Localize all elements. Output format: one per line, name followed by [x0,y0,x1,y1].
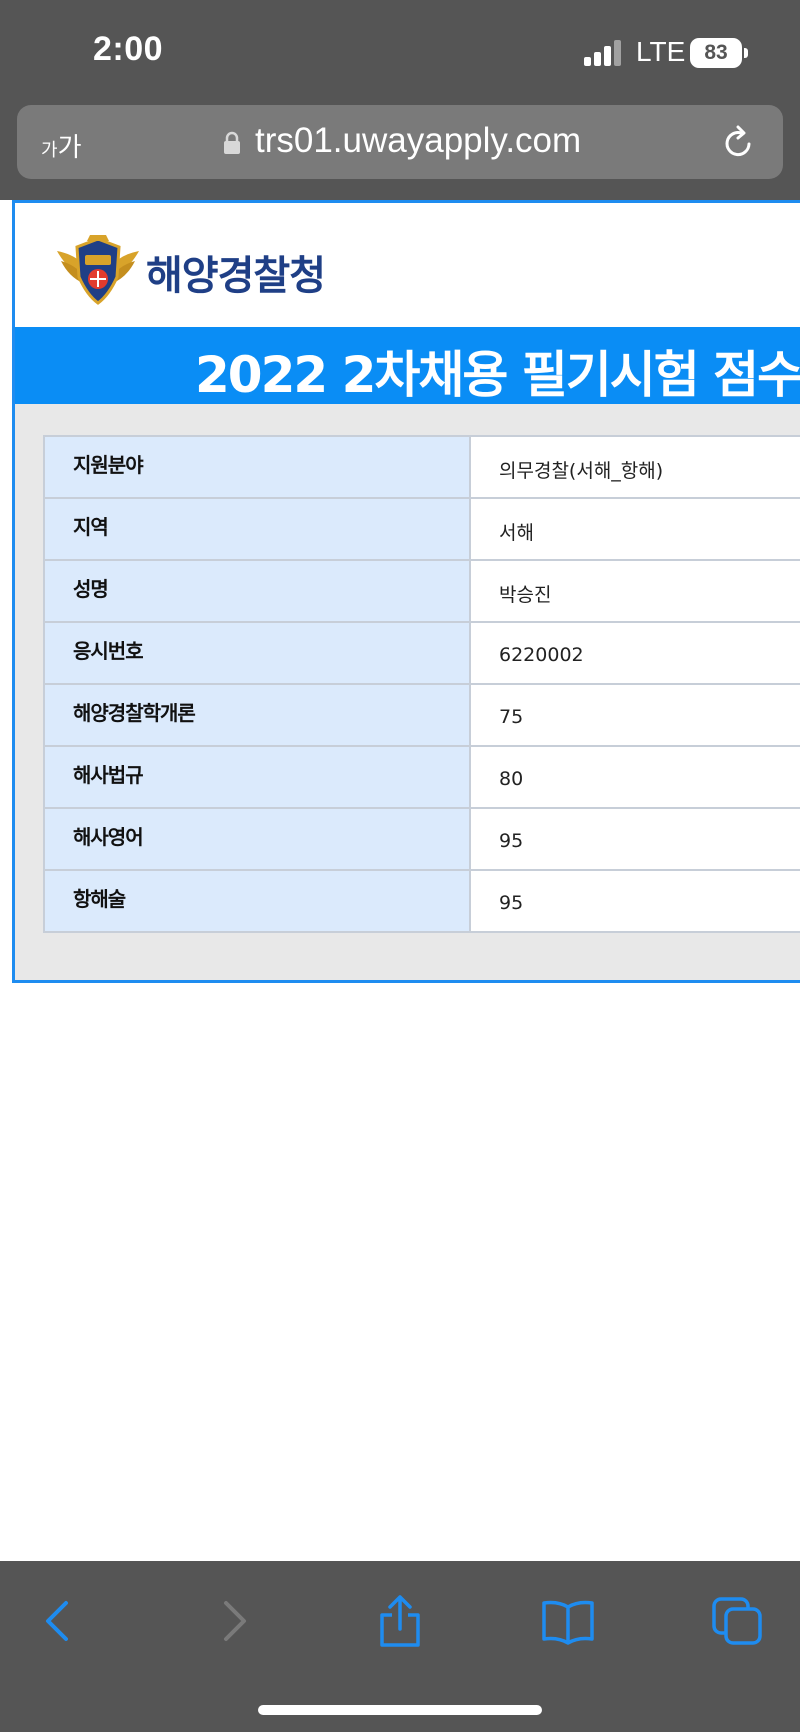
row-label-cell: 해사영어 [43,807,471,871]
row-label-cell: 성명 [43,559,471,623]
row-value-cell: 75 [469,683,800,747]
status-time: 2:00 [93,30,164,68]
row-label-cell: 응시번호 [43,621,471,685]
table-row: 지역 서해 [43,497,800,561]
row-value: 서해 [499,521,534,544]
web-page: 해양경찰청 2022 2차채용 필기시험 점수확인 지원분야 의무경찰(서해_항해… [12,200,800,983]
row-value: 95 [499,830,524,852]
score-table: 지원분야 의무경찰(서해_항해) 지역 서해성명 박승진응시번호 6220002 해양경찰학… [43,435,800,933]
row-value-cell: 박승진 [469,559,800,623]
address-bar[interactable]: 가가 trs01.uwayapply.com [17,105,783,179]
row-value-cell: 95 [469,807,800,871]
org-name: 해양경찰청 [146,253,326,299]
row-label: 성명 [73,576,109,601]
tabs-icon[interactable] [710,1593,766,1649]
row-value: 의무경찰(서해_항해) [499,459,664,482]
row-label: 해양경찰학개론 [73,700,196,725]
row-value-cell: 6220002 [469,621,800,685]
header-logo-area: 해양경찰청 [15,203,800,327]
status-bar: 2:00 LTE 83 [0,0,800,103]
battery-icon: 83 [690,38,742,68]
row-label-cell: 해양경찰학개론 [43,683,471,747]
table-row: 해사법규 80 [43,745,800,809]
row-label-cell: 지원분야 [43,435,471,499]
row-label: 해사영어 [73,824,144,849]
url-text[interactable]: trs01.uwayapply.com [255,121,581,161]
table-row: 해사영어 95 [43,807,800,871]
signal-icon [584,40,626,66]
row-value: 75 [499,706,524,728]
network-type: LTE [636,36,686,67]
row-label-cell: 항해술 [43,869,471,933]
row-label-cell: 지역 [43,497,471,561]
battery-nub [744,48,748,58]
row-value-cell: 의무경찰(서해_항해) [469,435,800,499]
lock-icon [224,131,240,154]
text-size-button[interactable]: 가가 [41,127,81,164]
row-label: 지원분야 [73,452,144,477]
row-label: 항해술 [73,886,126,911]
row-value: 95 [499,892,524,914]
row-value: 6220002 [499,644,584,666]
row-value-cell: 80 [469,745,800,809]
row-label: 지역 [73,514,109,539]
table-row: 응시번호 6220002 [43,621,800,685]
row-value: 80 [499,768,524,790]
bookmarks-icon[interactable] [540,1593,596,1649]
row-value-cell: 95 [469,869,800,933]
row-label-cell: 해사법규 [43,745,471,809]
address-bar-area: 가가 trs01.uwayapply.com [0,103,800,200]
reload-icon[interactable] [719,124,757,162]
forward-icon[interactable] [204,1593,260,1649]
row-label: 해사법규 [73,762,144,787]
row-value-cell: 서해 [469,497,800,561]
table-row: 해양경찰학개론 75 [43,683,800,747]
share-icon[interactable] [372,1593,428,1649]
table-row: 성명 박승진 [43,559,800,623]
score-panel: 지원분야 의무경찰(서해_항해) 지역 서해성명 박승진응시번호 6220002 해양경찰학… [15,404,800,980]
row-label: 응시번호 [73,638,144,663]
table-row: 지원분야 의무경찰(서해_항해) [43,435,800,499]
back-icon[interactable] [32,1593,88,1649]
page-title: 2022 2차채용 필기시험 점수확인 [195,346,800,404]
home-indicator [258,1705,542,1715]
row-value: 박승진 [499,583,552,606]
table-row: 항해술 95 [43,869,800,933]
page-banner: 2022 2차채용 필기시험 점수확인 [15,327,800,404]
coast-guard-emblem [57,235,139,305]
